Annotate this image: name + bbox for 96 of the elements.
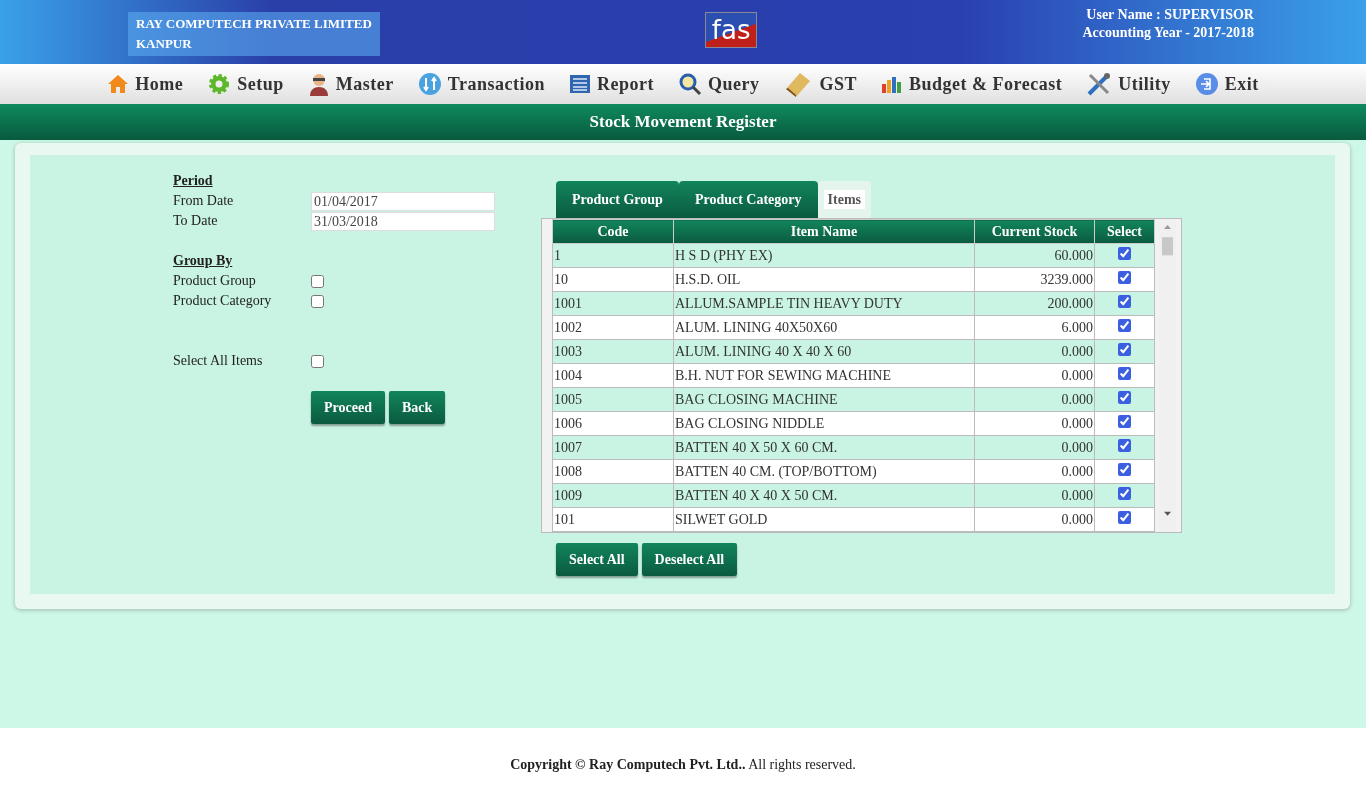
menu-item[interactable]: Transaction <box>417 70 545 98</box>
tab[interactable]: Product Group <box>556 181 679 218</box>
row-checkbox[interactable] <box>1118 415 1131 428</box>
back-button[interactable]: Back <box>388 391 446 424</box>
field-label: From Date <box>173 192 235 210</box>
menu-item[interactable]: Report <box>568 70 654 98</box>
section-heading: Period <box>173 172 214 190</box>
table-cell: 0.000 <box>974 411 1095 436</box>
menu-item[interactable]: Utility <box>1086 70 1171 98</box>
table-cell: BAG CLOSING MACHINE <box>673 387 975 412</box>
table-cell: 1008 <box>552 459 674 484</box>
table-cell: 10 <box>552 267 674 292</box>
user-name: User Name : SUPERVISOR <box>1085 6 1254 24</box>
table-cell: 0.000 <box>974 483 1095 508</box>
table-cell: 0.000 <box>974 507 1095 532</box>
table-cell: 200.000 <box>974 291 1095 316</box>
menu-item[interactable]: Exit <box>1194 70 1259 98</box>
column-header: Code <box>552 219 674 244</box>
row-checkbox[interactable] <box>1118 343 1131 356</box>
table-cell: BATTEN 40 X 50 X 60 CM. <box>673 435 975 460</box>
report-icon <box>568 73 591 95</box>
table-cell: 0.000 <box>974 459 1095 484</box>
person-icon <box>307 72 330 96</box>
proceed-button[interactable]: Proceed <box>311 391 385 424</box>
copyright-text: Copyright © Ray Computech Pvt. Ltd.. All rights reserved. <box>510 755 856 774</box>
row-checkbox[interactable] <box>1118 247 1131 260</box>
table-cell: 1004 <box>552 363 674 388</box>
table-cell: ALLUM.SAMPLE TIN HEAVY DUTY <box>673 291 975 316</box>
menu-item[interactable]: Master <box>307 70 394 98</box>
bar-chart-icon <box>881 74 903 94</box>
table-cell: 0.000 <box>974 435 1095 460</box>
checkbox-label: Select All Items <box>173 352 264 370</box>
table-cell: BATTEN 40 CM. (TOP/BOTTOM) <box>673 459 975 484</box>
tab[interactable]: Items <box>817 181 871 218</box>
menu-item[interactable]: Setup <box>207 70 284 98</box>
table-cell: SILWET GOLD <box>673 507 975 532</box>
home-icon <box>107 73 130 95</box>
table-cell: 3239.000 <box>974 267 1095 292</box>
row-checkbox[interactable] <box>1118 367 1131 380</box>
table-cell: 6.000 <box>974 315 1095 340</box>
checkbox[interactable] <box>311 294 324 308</box>
company-city: KANPUR <box>136 35 193 53</box>
menu-item[interactable]: Query <box>677 70 760 98</box>
field-label: To Date <box>173 212 219 230</box>
menu-item[interactable]: Home <box>107 70 184 98</box>
company-name: RAY COMPUTECH PRIVATE LIMITED <box>136 15 372 33</box>
row-checkbox[interactable] <box>1118 271 1131 284</box>
checkbox-label: Product Group <box>173 272 257 290</box>
table-cell: 1 <box>552 243 674 268</box>
column-header: Item Name <box>673 219 975 244</box>
select-all-button[interactable]: Select All <box>556 543 638 576</box>
table-cell: B.H. NUT FOR SEWING MACHINE <box>673 363 975 388</box>
menu-item[interactable]: GST <box>783 69 857 99</box>
row-checkbox[interactable] <box>1118 295 1131 308</box>
column-header: Current Stock <box>974 219 1095 244</box>
table-cell: 101 <box>552 507 674 532</box>
checkbox[interactable] <box>311 354 324 368</box>
exit-icon <box>1194 72 1219 96</box>
table-cell: ALUM. LINING 40X50X60 <box>673 315 975 340</box>
column-header: Select <box>1094 219 1155 244</box>
accounting-year: Accounting Year - 2017-2018 <box>1082 24 1254 42</box>
checkbox-label: Product Category <box>173 292 273 310</box>
row-checkbox[interactable] <box>1118 391 1131 404</box>
table-cell: 1007 <box>552 435 674 460</box>
table-cell: 60.000 <box>974 243 1095 268</box>
table-cell: 1009 <box>552 483 674 508</box>
gear-icon <box>207 72 232 96</box>
table-cell: BAG CLOSING NIDDLE <box>673 411 975 436</box>
table-cell: 0.000 <box>974 387 1095 412</box>
date-field[interactable]: 01/04/2017 <box>311 191 495 211</box>
row-checkbox[interactable] <box>1118 463 1131 476</box>
row-checkbox[interactable] <box>1118 511 1131 524</box>
table-cell: H S D (PHY EX) <box>673 243 975 268</box>
table-cell: 1005 <box>552 387 674 412</box>
tools-icon <box>1086 71 1113 97</box>
page-title: Stock Movement Register <box>589 111 777 134</box>
tab[interactable]: Product Category <box>678 181 818 218</box>
table-cell: ALUM. LINING 40 X 40 X 60 <box>673 339 975 364</box>
table-cell: BATTEN 40 X 40 X 50 CM. <box>673 483 975 508</box>
table-cell: 0.000 <box>974 339 1095 364</box>
menu-item[interactable]: Budget & Forecast <box>881 70 1063 98</box>
row-checkbox[interactable] <box>1118 439 1131 452</box>
row-checkbox[interactable] <box>1118 487 1131 500</box>
table-cell: 1001 <box>552 291 674 316</box>
table-cell: 1003 <box>552 339 674 364</box>
transfer-icon <box>417 72 442 96</box>
search-icon <box>677 72 702 96</box>
table-cell: 1006 <box>552 411 674 436</box>
section-heading: Group By <box>173 252 234 270</box>
row-checkbox[interactable] <box>1118 319 1131 332</box>
table-cell: 1002 <box>552 315 674 340</box>
table-cell: 0.000 <box>974 363 1095 388</box>
deselect-all-button[interactable]: Deselect All <box>641 543 738 576</box>
table-cell: H.S.D. OIL <box>673 267 975 292</box>
checkbox[interactable] <box>311 274 324 288</box>
date-field[interactable]: 31/03/2018 <box>311 211 495 231</box>
